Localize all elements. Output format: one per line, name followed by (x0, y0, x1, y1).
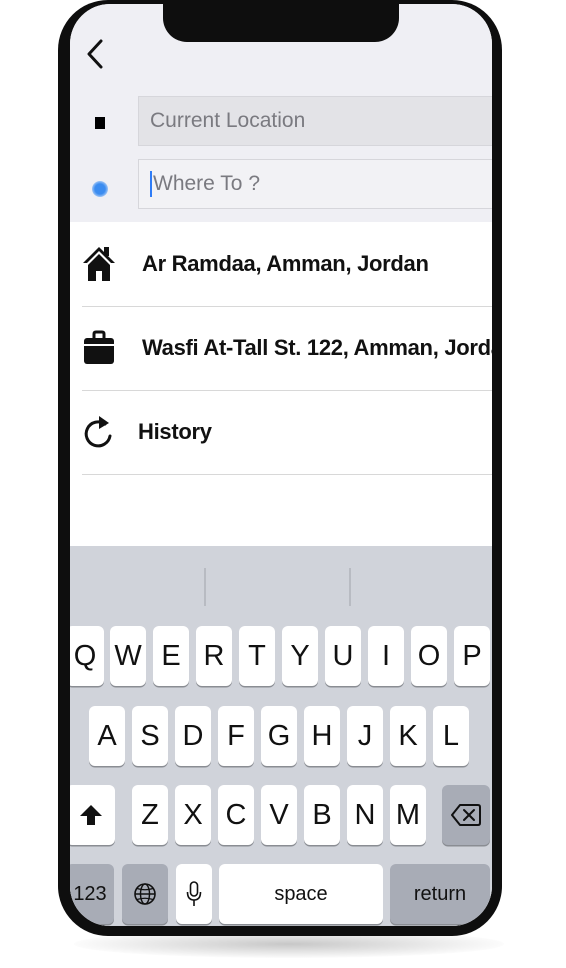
history-icon (84, 416, 112, 448)
backspace-key[interactable] (442, 785, 490, 845)
key-q[interactable]: Q (70, 626, 104, 686)
key-n[interactable]: N (347, 785, 383, 845)
space-key[interactable]: space (219, 864, 383, 924)
key-v[interactable]: V (261, 785, 297, 845)
key-z[interactable]: Z (132, 785, 168, 845)
shift-arrow-icon (79, 805, 102, 825)
key-e[interactable]: E (153, 626, 189, 686)
text-caret (150, 171, 152, 197)
key-d[interactable]: D (175, 706, 211, 766)
briefcase-icon (84, 330, 114, 364)
shortcut-home[interactable]: Ar Ramdaa, Amman, Jordan (70, 222, 492, 306)
home-icon (83, 247, 115, 281)
key-f[interactable]: F (218, 706, 254, 766)
backspace-icon (451, 804, 481, 826)
screen: Current Location Ar Ramdaa, Amman, Jorda… (70, 4, 492, 926)
shortcut-work[interactable]: Wasfi At-Tall St. 122, Amman, Jordan (70, 306, 492, 390)
key-h[interactable]: H (304, 706, 340, 766)
key-w[interactable]: W (110, 626, 146, 686)
key-x[interactable]: X (175, 785, 211, 845)
key-k[interactable]: K (390, 706, 426, 766)
key-a[interactable]: A (89, 706, 125, 766)
key-s[interactable]: S (132, 706, 168, 766)
microphone-key[interactable] (176, 864, 212, 924)
keyboard: Q W E R T Y U I O P A S D F G H J K L Z … (70, 546, 492, 926)
shortcut-history-label: History (138, 419, 212, 444)
key-o[interactable]: O (411, 626, 447, 686)
suggestion-divider (349, 568, 351, 606)
shortcut-history[interactable]: History (70, 390, 492, 474)
phone-frame: Current Location Ar Ramdaa, Amman, Jorda… (58, 0, 502, 936)
chevron-left-icon (87, 39, 103, 69)
back-button[interactable] (80, 34, 110, 74)
key-j[interactable]: J (347, 706, 383, 766)
key-u[interactable]: U (325, 626, 361, 686)
key-m[interactable]: M (390, 785, 426, 845)
destination-field[interactable] (138, 159, 492, 209)
shortcut-work-label: Wasfi At-Tall St. 122, Amman, Jordan (142, 335, 492, 360)
return-key[interactable]: return (390, 864, 490, 924)
origin-value: Current Location (150, 109, 306, 132)
destination-dot-icon (92, 181, 108, 197)
suggestion-divider (204, 568, 206, 606)
key-r[interactable]: R (196, 626, 232, 686)
key-b[interactable]: B (304, 785, 340, 845)
microphone-icon (186, 881, 202, 906)
origin-square-icon (95, 117, 105, 129)
divider (82, 474, 492, 475)
key-g[interactable]: G (261, 706, 297, 766)
key-c[interactable]: C (218, 785, 254, 845)
shift-key[interactable] (70, 785, 115, 845)
key-t[interactable]: T (239, 626, 275, 686)
notch (163, 4, 399, 42)
key-p[interactable]: P (454, 626, 490, 686)
numbers-key[interactable]: 123 (70, 864, 114, 924)
key-y[interactable]: Y (282, 626, 318, 686)
key-i[interactable]: I (368, 626, 404, 686)
origin-field[interactable]: Current Location (138, 96, 492, 146)
globe-key[interactable] (122, 864, 168, 924)
globe-icon (134, 883, 156, 905)
key-l[interactable]: L (433, 706, 469, 766)
destination-input[interactable] (153, 172, 453, 196)
shortcut-home-label: Ar Ramdaa, Amman, Jordan (142, 251, 429, 276)
